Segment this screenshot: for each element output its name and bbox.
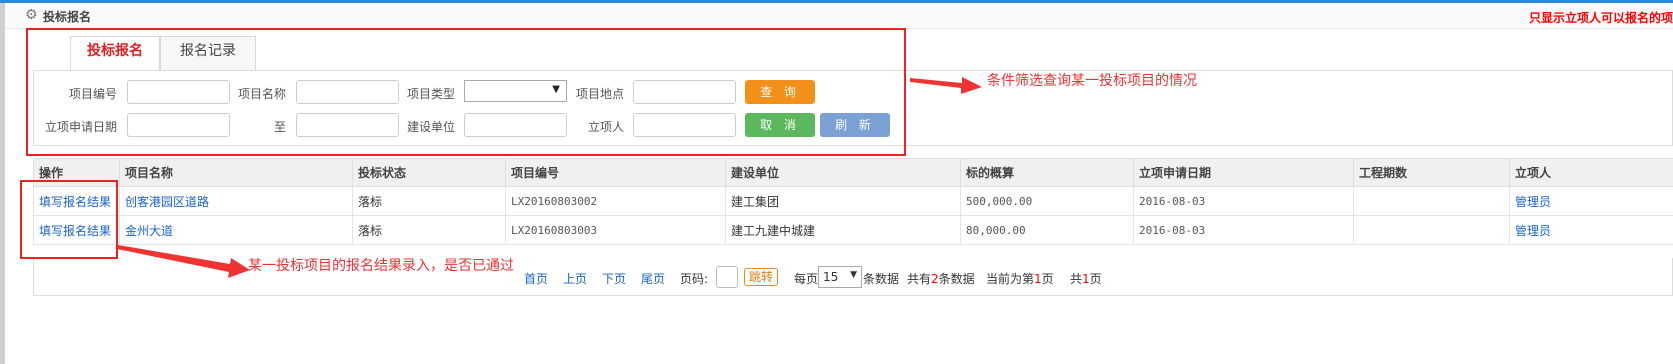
filter-annotation: 条件筛选查询某一投标项目的情况 xyxy=(987,73,1197,89)
annotation-arrows xyxy=(117,77,982,278)
arrow-to-filter-note xyxy=(910,77,982,94)
arrow-to-result-note xyxy=(117,245,250,278)
result-annotation: 某一投标项目的报名结果录入，是否已通过 xyxy=(248,258,514,274)
